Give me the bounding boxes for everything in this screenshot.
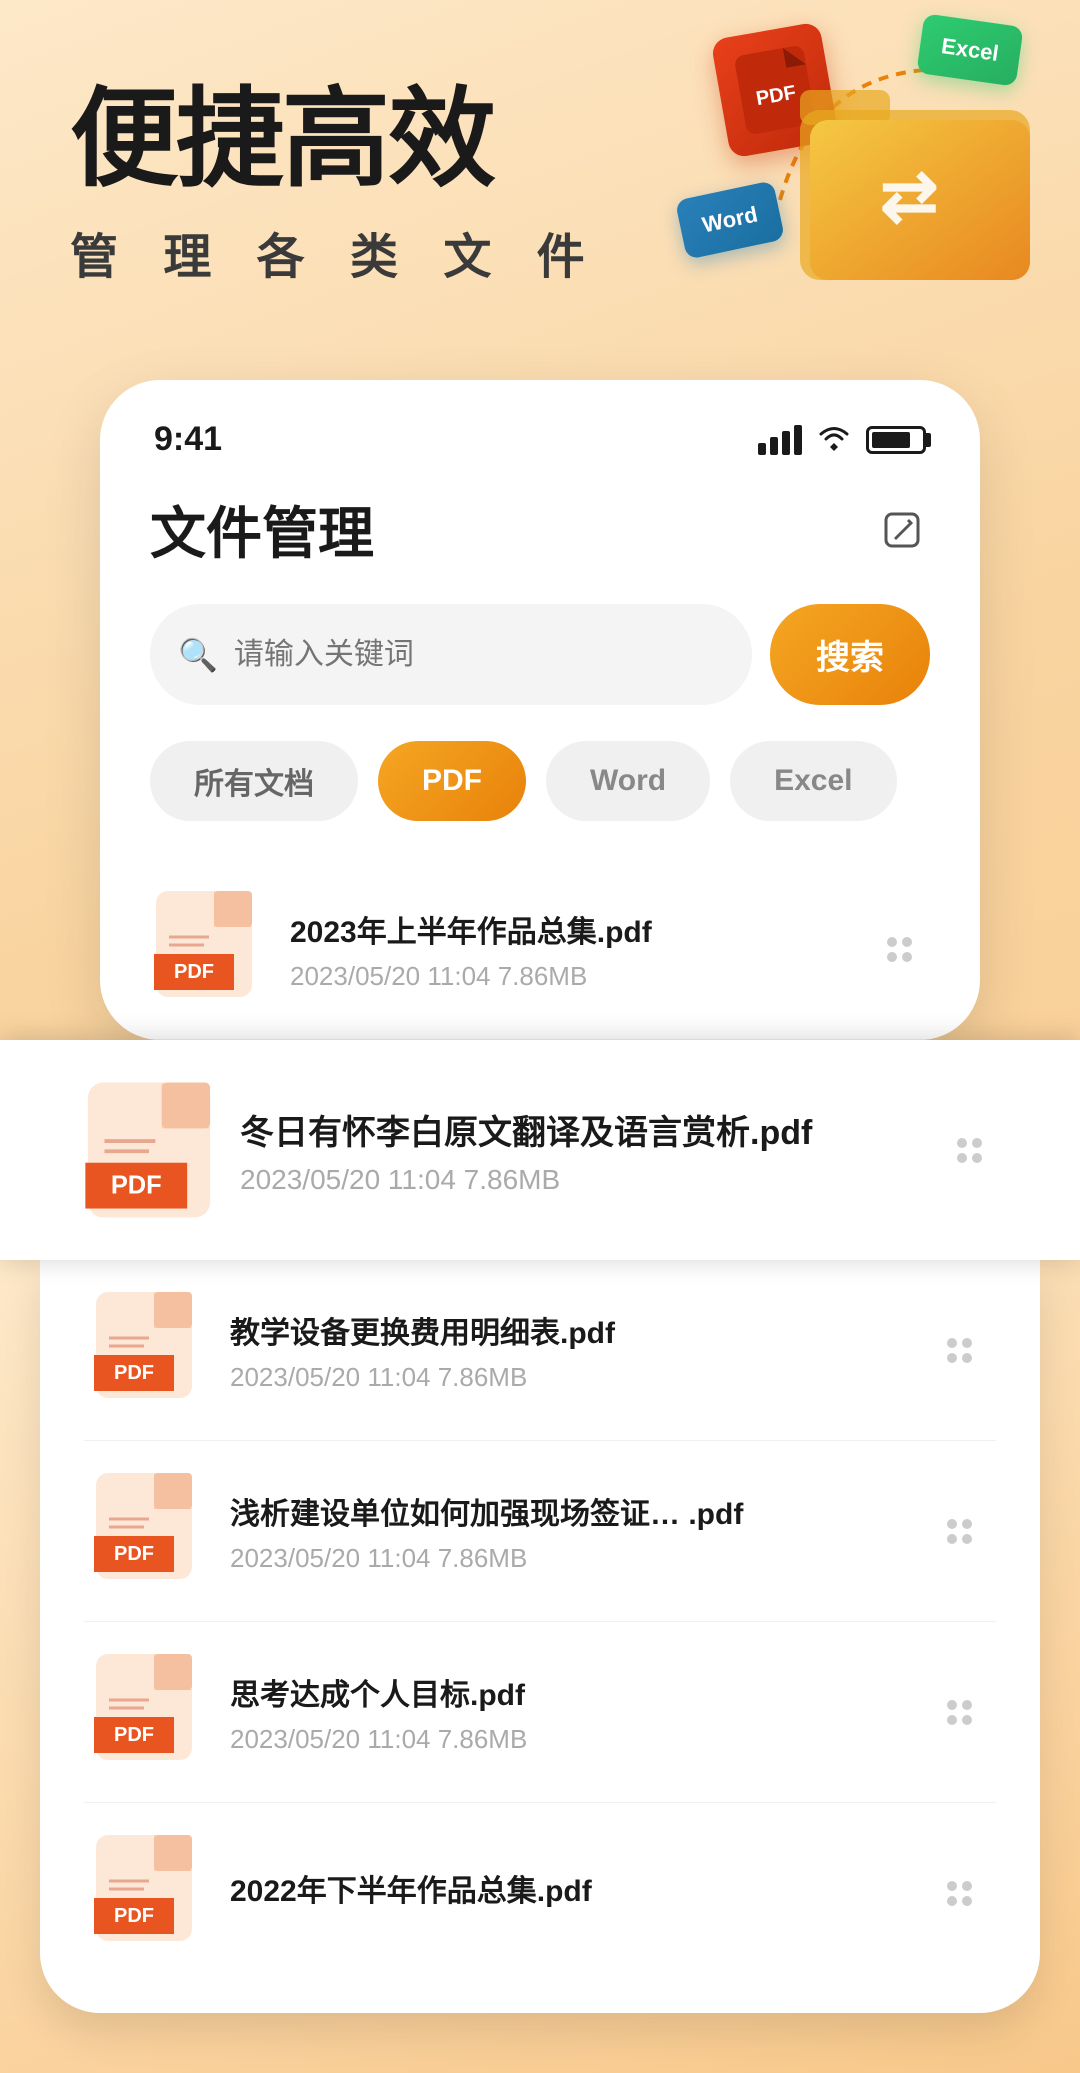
file-name-highlighted: 冬日有怀李白原文翻译及语言赏析.pdf	[240, 1105, 916, 1154]
file-item[interactable]: PDF 教学设备更换费用明细表.pdf 2023/05/20 11:04 7.8…	[84, 1260, 996, 1441]
svg-text:PDF: PDF	[114, 1905, 154, 1927]
file-name: 思考达成个人目标.pdf	[230, 1670, 906, 1714]
file-more-button-highlighted[interactable]	[942, 1123, 996, 1177]
search-input[interactable]	[234, 638, 724, 672]
hero-section: 便捷高效 管 理 各 类 文 件 PDF Excel Word	[0, 0, 1080, 340]
svg-text:PDF: PDF	[111, 1171, 162, 1199]
file-info-highlighted: 冬日有怀李白原文翻译及语言赏析.pdf 2023/05/20 11:04 7.8…	[240, 1105, 916, 1196]
pdf-file-icon: PDF	[94, 1290, 204, 1410]
file-info: 思考达成个人目标.pdf 2023/05/20 11:04 7.86MB	[230, 1670, 906, 1755]
highlighted-file-card[interactable]: PDF 冬日有怀李白原文翻译及语言赏析.pdf 2023/05/20 11:04…	[0, 1040, 1080, 1260]
file-info: 教学设备更换费用明细表.pdf 2023/05/20 11:04 7.86MB	[230, 1308, 906, 1393]
svg-text:⇄: ⇄	[880, 157, 939, 235]
filter-tabs: 所有文档 PDF Word Excel	[144, 741, 936, 821]
file-meta: 2023/05/20 11:04 7.86MB	[230, 1724, 906, 1755]
file-info: 浅析建设单位如何加强现场签证… .pdf 2023/05/20 11:04 7.…	[230, 1489, 906, 1574]
status-icons	[758, 421, 926, 459]
edit-icon[interactable]	[874, 502, 930, 558]
file-more-button[interactable]	[932, 1866, 986, 1920]
file-item[interactable]: PDF 2023年上半年作品总集.pdf 2023/05/20 11:04 7.…	[144, 859, 936, 1040]
file-more-button[interactable]	[872, 922, 926, 976]
search-container: 🔍 搜索	[144, 604, 936, 705]
app-header: 文件管理	[144, 489, 936, 570]
search-button[interactable]: 搜索	[770, 604, 930, 705]
file-meta: 2023/05/20 11:04 7.86MB	[230, 1543, 906, 1574]
file-name: 教学设备更换费用明细表.pdf	[230, 1308, 906, 1352]
svg-text:PDF: PDF	[114, 1362, 154, 1384]
file-more-button[interactable]	[932, 1685, 986, 1739]
file-meta: 2023/05/20 11:04 7.86MB	[290, 961, 846, 992]
search-icon: 🔍	[178, 636, 218, 674]
file-more-button[interactable]	[932, 1323, 986, 1377]
hero-icons: PDF Excel Word	[660, 30, 1040, 330]
signal-bars-icon	[758, 425, 802, 455]
filter-tab-word[interactable]: Word	[546, 741, 710, 821]
file-info: 2023年上半年作品总集.pdf 2023/05/20 11:04 7.86MB	[290, 907, 846, 992]
file-meta-highlighted: 2023/05/20 11:04 7.86MB	[240, 1164, 916, 1196]
file-name: 2023年上半年作品总集.pdf	[290, 907, 846, 951]
filter-tab-excel[interactable]: Excel	[730, 741, 896, 821]
app-title: 文件管理	[150, 489, 374, 570]
file-list: PDF 2023年上半年作品总集.pdf 2023/05/20 11:04 7.…	[144, 859, 936, 1040]
file-more-button[interactable]	[932, 1504, 986, 1558]
file-name: 2022年下半年作品总集.pdf	[230, 1866, 906, 1910]
pdf-file-icon: PDF	[154, 889, 264, 1009]
file-meta: 2023/05/20 11:04 7.86MB	[230, 1362, 906, 1393]
phone-mockup: 9:41 文件管理	[100, 380, 980, 1040]
word-badge-icon: Word	[675, 180, 785, 259]
file-item[interactable]: PDF 2022年下半年作品总集.pdf	[84, 1803, 996, 1983]
pdf-file-icon: PDF	[94, 1652, 204, 1772]
file-name: 浅析建设单位如何加强现场签证… .pdf	[230, 1489, 906, 1533]
file-item[interactable]: PDF 思考达成个人目标.pdf 2023/05/20 11:04 7.86MB	[84, 1622, 996, 1803]
wifi-icon	[816, 421, 852, 459]
svg-text:PDF: PDF	[174, 961, 214, 983]
svg-text:PDF: PDF	[114, 1724, 154, 1746]
pdf-file-icon: PDF	[94, 1471, 204, 1591]
svg-text:PDF: PDF	[114, 1543, 154, 1565]
search-input-wrap[interactable]: 🔍	[150, 604, 752, 705]
phone-wrapper: 9:41 文件管理	[0, 380, 1080, 1040]
battery-icon	[866, 426, 926, 454]
status-bar: 9:41	[144, 420, 936, 459]
filter-tab-pdf[interactable]: PDF	[378, 741, 526, 821]
pdf-file-icon: PDF	[94, 1833, 204, 1953]
filter-tab-all[interactable]: 所有文档	[150, 741, 358, 821]
folder-icon: ⇄	[800, 70, 1040, 290]
status-time: 9:41	[154, 420, 222, 459]
pdf-file-icon-highlighted: PDF	[84, 1080, 214, 1220]
file-item[interactable]: PDF 浅析建设单位如何加强现场签证… .pdf 2023/05/20 11:0…	[84, 1441, 996, 1622]
file-info: 2022年下半年作品总集.pdf	[230, 1866, 906, 1920]
